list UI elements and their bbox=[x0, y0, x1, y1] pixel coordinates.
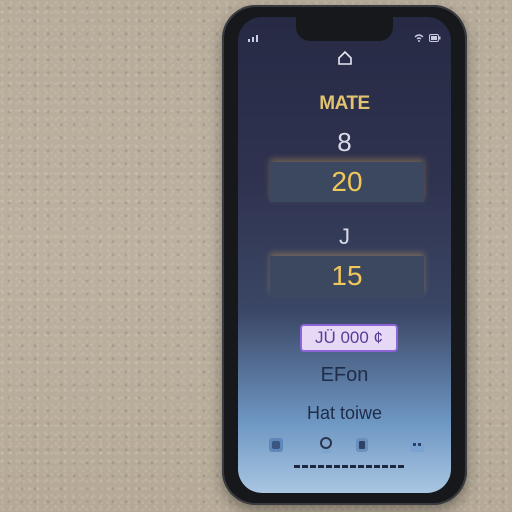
apps-icon[interactable] bbox=[407, 435, 427, 455]
screen-title: MATE bbox=[319, 93, 370, 114]
badge-button[interactable]: JÜ 000 ¢ bbox=[300, 324, 398, 352]
wifi-icon bbox=[414, 34, 424, 42]
value-box-2-label: 15 bbox=[331, 260, 363, 291]
battery-icon bbox=[429, 34, 441, 42]
label-word-1: EFon bbox=[320, 364, 369, 386]
label-word-2: Hat toiwe bbox=[306, 403, 383, 423]
phone-screen: MATE 8 20 J 15 JÜ 000 ¢ EFon Hat toiwe bbox=[238, 17, 451, 493]
value-top: 8 bbox=[337, 127, 352, 157]
phone-icon[interactable] bbox=[266, 435, 286, 455]
value-box-1-label: 20 bbox=[331, 166, 363, 197]
dock-caption-lines bbox=[294, 465, 404, 468]
contacts-icon[interactable] bbox=[316, 435, 336, 455]
notch bbox=[296, 17, 393, 41]
phone-device: MATE 8 20 J 15 JÜ 000 ¢ EFon Hat toiwe bbox=[222, 5, 467, 505]
dock-bar bbox=[264, 435, 429, 459]
value-box-1[interactable]: 20 bbox=[270, 162, 424, 202]
home-icon[interactable] bbox=[337, 50, 353, 66]
value-box-2[interactable]: 15 bbox=[270, 256, 424, 296]
signal-icon bbox=[248, 35, 258, 42]
messages-icon[interactable] bbox=[352, 435, 372, 455]
value-mid: J bbox=[339, 224, 350, 249]
status-bar-left bbox=[248, 34, 262, 42]
status-bar-right bbox=[414, 34, 441, 42]
